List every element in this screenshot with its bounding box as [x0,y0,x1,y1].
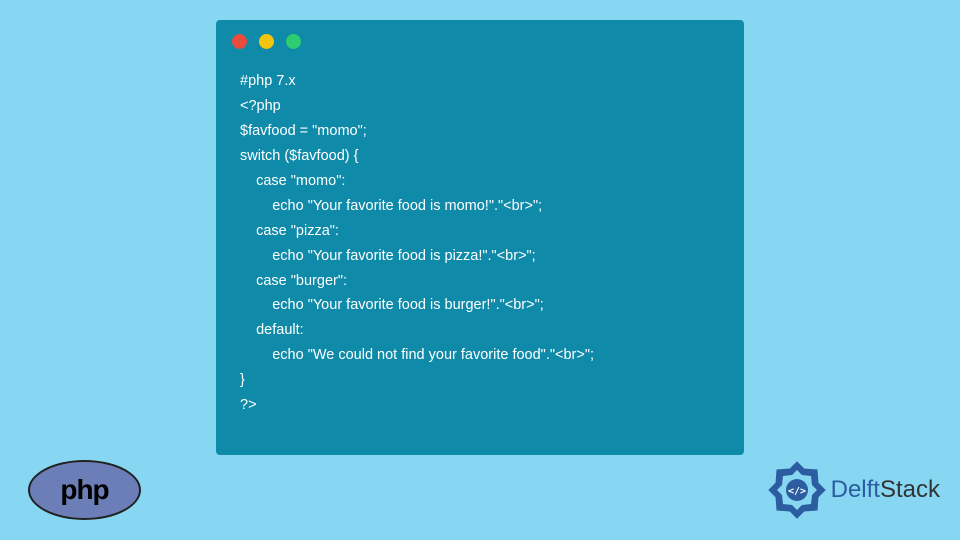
code-window: #php 7.x <?php $favfood = "momo"; switch… [216,20,744,455]
php-logo: php [28,460,141,520]
php-logo-text: php [60,474,108,506]
svg-text:</>: </> [788,486,806,497]
delftstack-logo: </> DelftStack [767,460,940,520]
minimize-icon [259,34,274,49]
delft-text: Delft [831,476,880,503]
close-icon [232,34,247,49]
window-controls [216,20,744,63]
delftstack-text: DelftStack [831,476,940,504]
delftstack-icon: </> [767,460,827,520]
stack-text: Stack [880,476,940,503]
maximize-icon [286,34,301,49]
code-content: #php 7.x <?php $favfood = "momo"; switch… [216,63,744,424]
